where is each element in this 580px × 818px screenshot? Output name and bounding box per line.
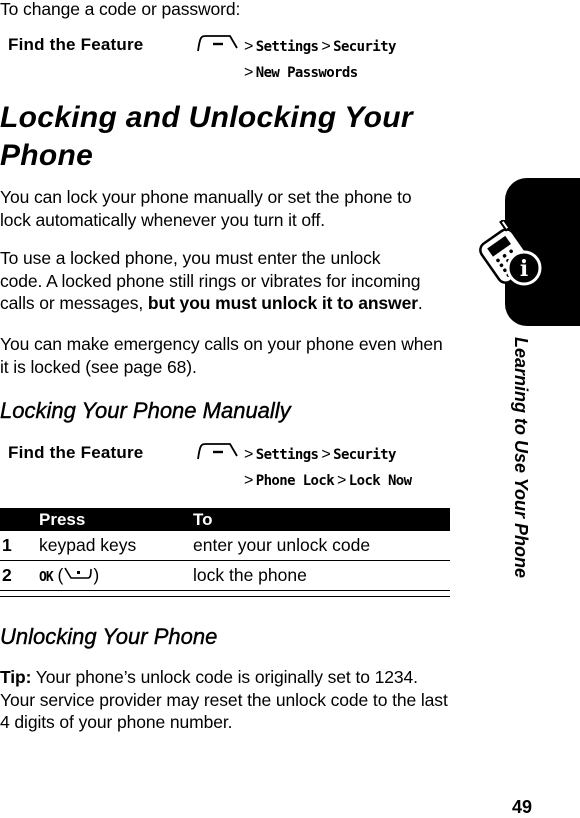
step-press: keypad keys <box>39 531 193 561</box>
tip-label: Tip: <box>0 667 32 687</box>
section-title-line1: Locking and Unlocking Your <box>0 101 413 134</box>
text-line: calls or messages, <box>0 293 148 313</box>
paragraph-locked-phone: To use a locked phone, you must enter th… <box>0 247 423 315</box>
page-number: 49 <box>511 797 532 817</box>
path-item-settings: Settings <box>255 39 319 55</box>
step-number: 2 <box>0 560 39 591</box>
paragraph-emergency-calls: You can make emergency calls on your pho… <box>0 333 443 378</box>
find-feature-label: Find the Feature <box>8 35 144 54</box>
ok-key-label: OK <box>39 569 54 585</box>
text-line: You can lock your phone manually or set … <box>0 187 412 207</box>
path-item-new-passwords: New Passwords <box>255 65 358 81</box>
path-item-settings: Settings <box>255 447 319 463</box>
table-header-row: Press To <box>0 508 450 531</box>
header-to: To <box>193 508 450 531</box>
menu-key-icon <box>197 33 241 61</box>
find-feature-label: Find the Feature <box>8 443 144 462</box>
right-soft-key-icon <box>63 565 93 586</box>
path-item-phone-lock: Phone Lock <box>255 473 335 489</box>
table-bottom-rule <box>0 596 450 597</box>
menu-key-icon <box>197 441 241 469</box>
text-line: Your service provider may reset the unlo… <box>0 689 448 710</box>
section-title-line2: Phone <box>0 139 94 172</box>
path-item-lock-now: Lock Now <box>348 473 412 489</box>
text-line: code. A locked phone still rings or vibr… <box>0 270 421 291</box>
chapter-title: Learning to Use Your Phone <box>501 337 541 607</box>
emphasis-text: but you must unlock it to answer <box>147 293 418 313</box>
menu-path-new-passwords: > Settings > Security > New Passwords <box>197 33 396 85</box>
text-line: You can make emergency calls on your pho… <box>0 334 443 354</box>
path-item-security: Security <box>333 39 396 55</box>
section-title: Locking and Unlocking Your Phone <box>0 99 413 175</box>
text-line: it is locked (see page 68). <box>0 356 197 377</box>
path-separator: > <box>244 472 253 489</box>
text-punct: . <box>417 293 423 313</box>
tip-paragraph: Tip: Your phone’s unlock code is origina… <box>0 666 448 734</box>
step-action: lock the phone <box>193 560 450 591</box>
subsection-title-unlocking: Unlocking Your Phone <box>0 624 218 649</box>
chapter-title-text: Learning to Use Your Phone <box>511 337 531 579</box>
path-separator: > <box>244 446 253 463</box>
step-number: 1 <box>0 531 39 561</box>
step-action: enter your unlock code <box>193 531 450 561</box>
text-line: Your phone’s unlock code is originally s… <box>31 667 418 687</box>
phone-info-icon: i <box>474 218 562 295</box>
steps-table: Press To 1 keypad keys enter your unlock… <box>0 508 450 591</box>
header-num <box>0 508 39 531</box>
path-item-security: Security <box>333 447 396 463</box>
text-line: To use a locked phone, you must enter th… <box>0 248 381 268</box>
path-separator: > <box>244 38 253 55</box>
table-row: 2 OK () lock the phone <box>0 560 450 591</box>
paragraph-lock-intro: You can lock your phone manually or set … <box>0 186 412 231</box>
text-line: lock automatically whenever you turn it … <box>0 209 326 230</box>
header-press: Press <box>39 508 193 531</box>
intro-text: To change a code or password: <box>0 0 241 19</box>
path-separator: > <box>321 38 331 55</box>
path-separator: > <box>321 446 331 463</box>
table-row: 1 keypad keys enter your unlock code <box>0 531 450 561</box>
paren-close: ) <box>93 564 100 585</box>
svg-text:i: i <box>520 256 528 282</box>
text-line: 4 digits of your phone number. <box>0 712 233 732</box>
path-separator: > <box>244 64 253 81</box>
menu-path-lock-now: > Settings > Security > Phone Lock > Lock Now <box>197 441 412 493</box>
subsection-title-locking: Locking Your Phone Manually <box>0 398 291 423</box>
path-separator: > <box>337 472 346 489</box>
step-press: OK () <box>39 560 193 591</box>
